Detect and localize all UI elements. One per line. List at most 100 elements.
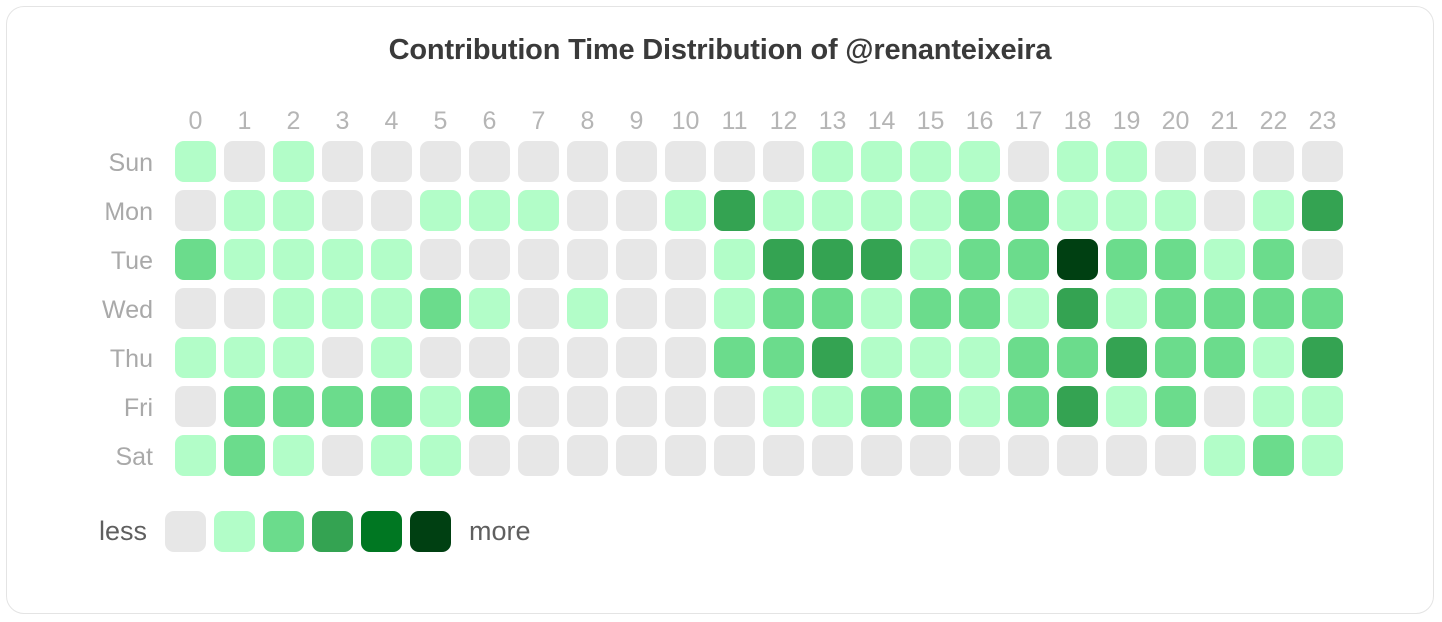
- heatmap-cell-wed-4[interactable]: [371, 287, 412, 329]
- heatmap-cell-fri-9[interactable]: [616, 385, 657, 427]
- heatmap-cell-sun-22[interactable]: [1253, 140, 1294, 182]
- heatmap-cell-tue-4[interactable]: [371, 238, 412, 280]
- heatmap-cell-sun-14[interactable]: [861, 140, 902, 182]
- heatmap-cell-sun-18[interactable]: [1057, 140, 1098, 182]
- heatmap-cell-sat-15[interactable]: [910, 434, 951, 476]
- heatmap-cell-tue-20[interactable]: [1155, 238, 1196, 280]
- heatmap-cell-sun-13[interactable]: [812, 140, 853, 182]
- heatmap-cell-sat-18[interactable]: [1057, 434, 1098, 476]
- heatmap-cell-thu-2[interactable]: [273, 336, 314, 378]
- heatmap-cell-wed-16[interactable]: [959, 287, 1000, 329]
- heatmap-cell-sat-8[interactable]: [567, 434, 608, 476]
- heatmap-cell-thu-20[interactable]: [1155, 336, 1196, 378]
- heatmap-cell-thu-13[interactable]: [812, 336, 853, 378]
- heatmap-cell-tue-23[interactable]: [1302, 238, 1343, 280]
- heatmap-cell-fri-13[interactable]: [812, 385, 853, 427]
- heatmap-cell-sun-5[interactable]: [420, 140, 461, 182]
- heatmap-cell-mon-2[interactable]: [273, 189, 314, 231]
- heatmap-cell-mon-1[interactable]: [224, 189, 265, 231]
- heatmap-cell-fri-23[interactable]: [1302, 385, 1343, 427]
- heatmap-cell-fri-7[interactable]: [518, 385, 559, 427]
- heatmap-cell-sun-20[interactable]: [1155, 140, 1196, 182]
- heatmap-cell-wed-15[interactable]: [910, 287, 951, 329]
- heatmap-cell-sun-4[interactable]: [371, 140, 412, 182]
- heatmap-cell-sun-3[interactable]: [322, 140, 363, 182]
- heatmap-cell-sat-19[interactable]: [1106, 434, 1147, 476]
- heatmap-cell-sat-16[interactable]: [959, 434, 1000, 476]
- heatmap-cell-mon-20[interactable]: [1155, 189, 1196, 231]
- heatmap-cell-thu-1[interactable]: [224, 336, 265, 378]
- heatmap-cell-fri-19[interactable]: [1106, 385, 1147, 427]
- heatmap-cell-sat-6[interactable]: [469, 434, 510, 476]
- heatmap-cell-tue-0[interactable]: [175, 238, 216, 280]
- heatmap-cell-sat-10[interactable]: [665, 434, 706, 476]
- heatmap-cell-wed-17[interactable]: [1008, 287, 1049, 329]
- heatmap-cell-sat-2[interactable]: [273, 434, 314, 476]
- heatmap-cell-mon-6[interactable]: [469, 189, 510, 231]
- heatmap-cell-tue-18[interactable]: [1057, 238, 1098, 280]
- heatmap-cell-mon-12[interactable]: [763, 189, 804, 231]
- heatmap-cell-tue-13[interactable]: [812, 238, 853, 280]
- heatmap-cell-wed-1[interactable]: [224, 287, 265, 329]
- heatmap-cell-mon-15[interactable]: [910, 189, 951, 231]
- heatmap-cell-thu-15[interactable]: [910, 336, 951, 378]
- heatmap-cell-thu-12[interactable]: [763, 336, 804, 378]
- heatmap-cell-wed-20[interactable]: [1155, 287, 1196, 329]
- heatmap-cell-tue-8[interactable]: [567, 238, 608, 280]
- heatmap-cell-sat-17[interactable]: [1008, 434, 1049, 476]
- heatmap-cell-mon-4[interactable]: [371, 189, 412, 231]
- heatmap-cell-sat-22[interactable]: [1253, 434, 1294, 476]
- heatmap-cell-sun-9[interactable]: [616, 140, 657, 182]
- heatmap-cell-fri-16[interactable]: [959, 385, 1000, 427]
- heatmap-cell-thu-19[interactable]: [1106, 336, 1147, 378]
- heatmap-cell-tue-22[interactable]: [1253, 238, 1294, 280]
- heatmap-cell-mon-19[interactable]: [1106, 189, 1147, 231]
- heatmap-cell-mon-9[interactable]: [616, 189, 657, 231]
- heatmap-cell-thu-14[interactable]: [861, 336, 902, 378]
- heatmap-cell-tue-10[interactable]: [665, 238, 706, 280]
- heatmap-cell-mon-17[interactable]: [1008, 189, 1049, 231]
- heatmap-cell-thu-23[interactable]: [1302, 336, 1343, 378]
- heatmap-cell-mon-8[interactable]: [567, 189, 608, 231]
- heatmap-cell-wed-21[interactable]: [1204, 287, 1245, 329]
- heatmap-cell-sat-23[interactable]: [1302, 434, 1343, 476]
- heatmap-cell-thu-7[interactable]: [518, 336, 559, 378]
- heatmap-cell-sun-6[interactable]: [469, 140, 510, 182]
- heatmap-cell-sun-10[interactable]: [665, 140, 706, 182]
- heatmap-cell-sat-12[interactable]: [763, 434, 804, 476]
- heatmap-cell-wed-0[interactable]: [175, 287, 216, 329]
- heatmap-cell-tue-2[interactable]: [273, 238, 314, 280]
- heatmap-cell-tue-3[interactable]: [322, 238, 363, 280]
- heatmap-cell-fri-2[interactable]: [273, 385, 314, 427]
- heatmap-cell-sun-16[interactable]: [959, 140, 1000, 182]
- heatmap-cell-wed-11[interactable]: [714, 287, 755, 329]
- heatmap-cell-tue-14[interactable]: [861, 238, 902, 280]
- heatmap-cell-tue-21[interactable]: [1204, 238, 1245, 280]
- heatmap-cell-tue-19[interactable]: [1106, 238, 1147, 280]
- heatmap-cell-fri-0[interactable]: [175, 385, 216, 427]
- heatmap-cell-sun-15[interactable]: [910, 140, 951, 182]
- heatmap-cell-sat-0[interactable]: [175, 434, 216, 476]
- heatmap-cell-wed-14[interactable]: [861, 287, 902, 329]
- heatmap-cell-wed-22[interactable]: [1253, 287, 1294, 329]
- heatmap-cell-fri-17[interactable]: [1008, 385, 1049, 427]
- heatmap-cell-wed-9[interactable]: [616, 287, 657, 329]
- heatmap-cell-thu-11[interactable]: [714, 336, 755, 378]
- heatmap-cell-sat-1[interactable]: [224, 434, 265, 476]
- heatmap-cell-mon-23[interactable]: [1302, 189, 1343, 231]
- heatmap-cell-mon-14[interactable]: [861, 189, 902, 231]
- heatmap-cell-wed-10[interactable]: [665, 287, 706, 329]
- heatmap-cell-sun-21[interactable]: [1204, 140, 1245, 182]
- heatmap-cell-mon-13[interactable]: [812, 189, 853, 231]
- heatmap-cell-wed-2[interactable]: [273, 287, 314, 329]
- heatmap-cell-sun-23[interactable]: [1302, 140, 1343, 182]
- heatmap-cell-sun-19[interactable]: [1106, 140, 1147, 182]
- heatmap-cell-mon-11[interactable]: [714, 189, 755, 231]
- heatmap-cell-mon-5[interactable]: [420, 189, 461, 231]
- heatmap-cell-thu-3[interactable]: [322, 336, 363, 378]
- heatmap-cell-thu-6[interactable]: [469, 336, 510, 378]
- heatmap-cell-sat-9[interactable]: [616, 434, 657, 476]
- heatmap-cell-fri-3[interactable]: [322, 385, 363, 427]
- heatmap-cell-tue-16[interactable]: [959, 238, 1000, 280]
- heatmap-cell-sat-7[interactable]: [518, 434, 559, 476]
